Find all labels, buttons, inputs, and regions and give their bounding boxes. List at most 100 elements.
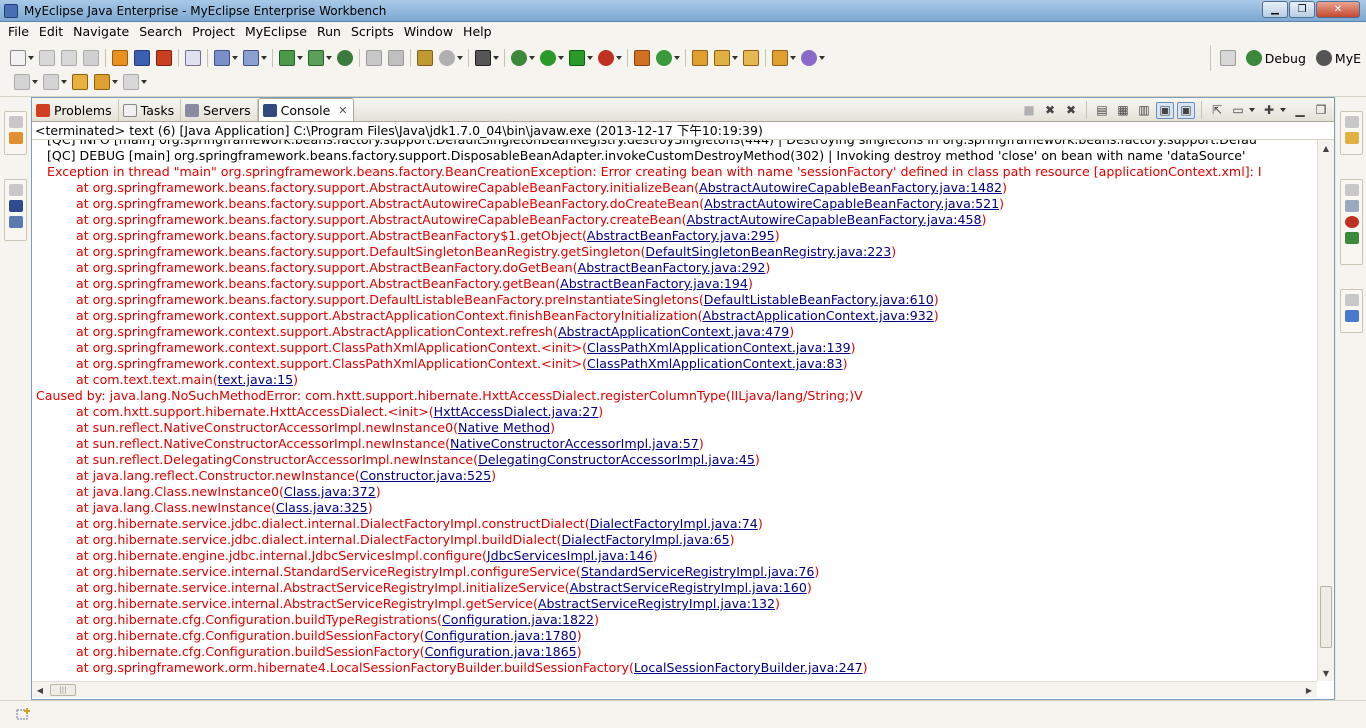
stack-trace-link[interactable]: Configuration.java:1865: [425, 644, 577, 659]
tab-console[interactable]: Console ✕: [257, 98, 355, 121]
save-all-icon[interactable]: [61, 50, 77, 66]
external-tools-dropdown-icon[interactable]: [616, 56, 622, 60]
maximize-view-icon[interactable]: ❐: [1312, 102, 1330, 119]
new-package-icon[interactable]: [308, 50, 324, 66]
deploy-war-icon[interactable]: [634, 50, 650, 66]
forward-dropdown-icon[interactable]: [141, 80, 147, 84]
debug-bug-icon[interactable]: [511, 50, 527, 66]
open-browser-icon[interactable]: [185, 50, 201, 66]
new-class-dropdown-icon[interactable]: [297, 56, 303, 60]
menu-scripts[interactable]: Scripts: [346, 22, 399, 42]
web-wizard-icon[interactable]: [243, 50, 259, 66]
wizard-dropdown-icon[interactable]: [232, 56, 238, 60]
open-console-dropdown-icon[interactable]: [1280, 108, 1286, 112]
restore-icon[interactable]: [1345, 184, 1359, 196]
remove-launch-icon[interactable]: ✖: [1041, 102, 1059, 119]
restore-icon[interactable]: [1345, 116, 1359, 128]
stack-trace-link[interactable]: AbstractAutowireCapableBeanFactory.java:…: [699, 180, 1002, 195]
pin-console-icon[interactable]: ⇱: [1208, 102, 1226, 119]
screenshot-dropdown-icon[interactable]: [493, 56, 499, 60]
scroll-right-arrow-icon[interactable]: ▶: [1301, 682, 1317, 698]
fast-view-icon[interactable]: [16, 707, 32, 721]
close-tab-icon[interactable]: ✕: [338, 104, 347, 117]
web-wizard-dropdown-icon[interactable]: [261, 56, 267, 60]
debug-dropdown-icon[interactable]: [529, 56, 535, 60]
structure-icon[interactable]: [1345, 310, 1359, 322]
new-package-dropdown-icon[interactable]: [326, 56, 332, 60]
minimize-button[interactable]: ▁: [1262, 1, 1288, 18]
display-selected-console-icon[interactable]: ▭: [1229, 102, 1247, 119]
open-resource-icon[interactable]: [388, 50, 404, 66]
deploy-project-icon[interactable]: [134, 50, 150, 66]
restore-icon[interactable]: [9, 184, 23, 196]
console-output[interactable]: [QC] INFO [main] org.springframework.bea…: [32, 140, 1317, 681]
globe-icon[interactable]: [337, 50, 353, 66]
previous-annotation-icon[interactable]: [43, 74, 59, 90]
print-icon[interactable]: [83, 50, 99, 66]
home-icon[interactable]: [772, 50, 788, 66]
stack-trace-link[interactable]: LocalSessionFactoryBuilder.java:247: [634, 660, 863, 675]
tab-servers[interactable]: Servers: [181, 99, 258, 121]
browser-dropdown-icon[interactable]: [819, 56, 825, 60]
back-arrow-icon[interactable]: [94, 74, 110, 90]
minimize-view-icon[interactable]: ▁: [1291, 102, 1309, 119]
stack-trace-link[interactable]: DefaultListableBeanFactory.java:610: [704, 292, 934, 307]
perspective-myeclipse[interactable]: MyE: [1313, 50, 1364, 66]
external-tools-icon[interactable]: [598, 50, 614, 66]
outline-icon[interactable]: [9, 200, 23, 212]
word-wrap-icon[interactable]: ▥: [1135, 102, 1153, 119]
new-file-icon[interactable]: [10, 50, 26, 66]
menu-help[interactable]: Help: [458, 22, 497, 42]
stack-trace-link[interactable]: NativeConstructorAccessorImpl.java:57: [450, 436, 699, 451]
new-class-icon[interactable]: [279, 50, 295, 66]
menu-search[interactable]: Search: [134, 22, 187, 42]
stack-trace-link[interactable]: StandardServiceRegistryImpl.java:76: [581, 564, 815, 579]
deploy-icon[interactable]: [112, 50, 128, 66]
maximize-button[interactable]: ❐: [1289, 1, 1315, 18]
vertical-scrollbar[interactable]: ▲ ▼: [1317, 140, 1334, 681]
terminate-icon[interactable]: ■: [1020, 102, 1038, 119]
restore-icon[interactable]: [9, 116, 23, 128]
menu-navigate[interactable]: Navigate: [68, 22, 134, 42]
refresh-dropdown-icon[interactable]: [674, 56, 680, 60]
show-when-stderr-changes-icon[interactable]: ▣: [1177, 101, 1195, 119]
stack-trace-link[interactable]: AbstractServiceRegistryImpl.java:132: [538, 596, 775, 611]
stack-trace-link[interactable]: AbstractBeanFactory.java:194: [560, 276, 748, 291]
edit-icon[interactable]: [1345, 132, 1359, 144]
menu-myeclipse[interactable]: MyEclipse: [240, 22, 312, 42]
folder-open-icon[interactable]: [743, 50, 759, 66]
pencil-icon[interactable]: [714, 50, 730, 66]
close-button[interactable]: ✕: [1316, 1, 1360, 18]
show-when-stdout-changes-icon[interactable]: ▣: [1156, 101, 1174, 119]
scroll-down-arrow-icon[interactable]: ▼: [1318, 665, 1334, 681]
properties-icon[interactable]: [1345, 200, 1359, 212]
web-browser-icon[interactable]: [801, 50, 817, 66]
stack-trace-link[interactable]: ClassPathXmlApplicationContext.java:83: [587, 356, 843, 371]
stack-trace-link[interactable]: DefaultSingletonBeanRegistry.java:223: [645, 244, 891, 259]
stack-trace-link[interactable]: AbstractAutowireCapableBeanFactory.java:…: [687, 212, 982, 227]
search-icon[interactable]: [439, 50, 455, 66]
stack-trace-link[interactable]: Constructor.java:525: [360, 468, 491, 483]
hierarchy-icon[interactable]: [9, 216, 23, 228]
scroll-up-arrow-icon[interactable]: ▲: [1318, 140, 1334, 156]
perspective-debug[interactable]: Debug: [1243, 50, 1309, 66]
debug-view-icon[interactable]: [1345, 232, 1359, 244]
menu-file[interactable]: File: [3, 22, 34, 42]
stack-trace-link[interactable]: Configuration.java:1822: [442, 612, 594, 627]
open-type-icon[interactable]: [366, 50, 382, 66]
screenshot-icon[interactable]: [475, 50, 491, 66]
menu-window[interactable]: Window: [399, 22, 458, 42]
stack-trace-link[interactable]: DialectFactoryImpl.java:74: [590, 516, 758, 531]
error-log-icon[interactable]: [1345, 216, 1359, 228]
remove-all-terminated-icon[interactable]: ✖: [1062, 102, 1080, 119]
run-last-tool-icon[interactable]: [569, 50, 585, 66]
new-dropdown-icon[interactable]: [28, 56, 34, 60]
stack-trace-link[interactable]: AbstractAutowireCapableBeanFactory.java:…: [704, 196, 999, 211]
stack-trace-link[interactable]: Configuration.java:1780: [425, 628, 577, 643]
save-icon[interactable]: [39, 50, 55, 66]
stack-trace-link[interactable]: Class.java:372: [284, 484, 376, 499]
stack-trace-link[interactable]: Native Method: [458, 420, 550, 435]
last-edit-location-icon[interactable]: [72, 74, 88, 90]
scroll-lock-icon[interactable]: ▦: [1114, 102, 1132, 119]
stack-trace-link[interactable]: JdbcServicesImpl.java:146: [487, 548, 653, 563]
